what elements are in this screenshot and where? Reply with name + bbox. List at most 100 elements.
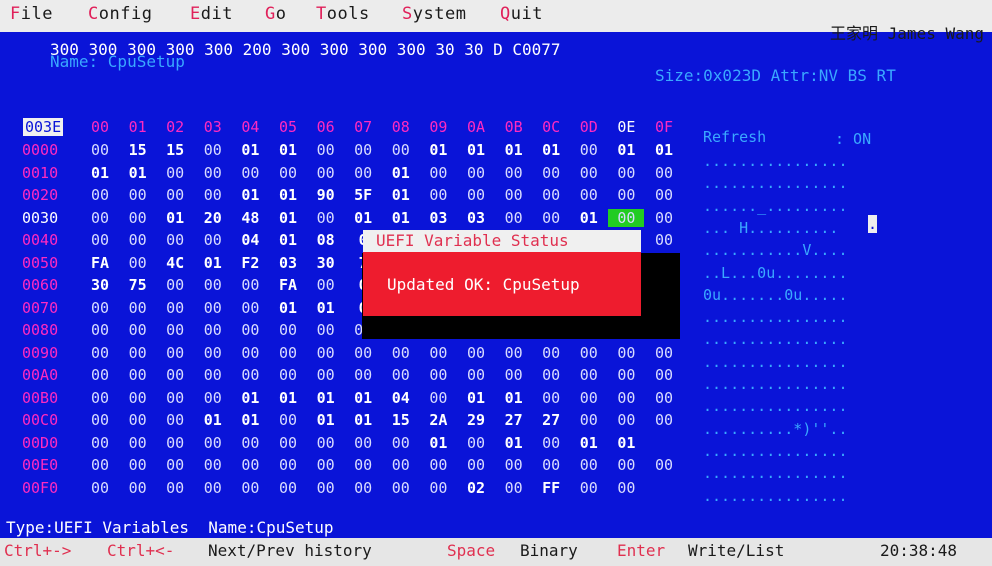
hex-byte[interactable]: 00 [308,456,344,474]
hex-byte[interactable]: 00 [270,321,306,339]
hex-byte[interactable]: 00 [270,164,306,182]
hex-byte[interactable]: 00 [496,209,532,227]
hex-byte[interactable]: 01 [270,186,306,204]
hex-byte[interactable]: 00 [82,186,118,204]
hex-byte[interactable]: 01 [420,141,456,159]
hex-byte[interactable]: 00 [157,299,193,317]
hex-byte[interactable]: 30 [308,254,344,272]
hex-byte[interactable]: 20 [195,209,231,227]
hex-byte[interactable]: 00 [383,366,419,384]
hex-byte[interactable]: 01 [232,411,268,429]
hex-byte[interactable]: 01 [232,389,268,407]
hex-byte[interactable]: 01 [270,141,306,159]
hex-byte[interactable]: 00 [608,389,644,407]
key-ctrl-right[interactable]: Ctrl+-> [4,541,71,560]
hex-byte[interactable]: 00 [270,344,306,362]
hex-byte[interactable]: 01 [458,389,494,407]
hex-byte[interactable]: 00 [646,411,682,429]
hex-byte[interactable]: 00 [120,456,156,474]
hex-byte[interactable]: 00 [571,141,607,159]
hex-byte[interactable]: 00 [157,411,193,429]
hex-byte[interactable]: 01 [533,141,569,159]
hex-byte[interactable]: 00 [232,366,268,384]
hex-byte[interactable]: 15 [120,141,156,159]
hex-byte[interactable]: 00 [120,344,156,362]
hex-byte[interactable]: 01 [458,141,494,159]
hex-byte[interactable]: 00 [571,344,607,362]
hex-byte[interactable]: 00 [120,299,156,317]
hex-byte[interactable]: 00 [82,411,118,429]
hex-byte[interactable]: 00 [195,276,231,294]
hex-byte[interactable]: 01 [571,434,607,452]
hex-byte[interactable]: 00 [345,434,381,452]
hex-byte[interactable]: 00 [496,186,532,204]
hex-byte[interactable]: 00 [270,456,306,474]
hex-byte[interactable]: 00 [345,141,381,159]
hex-byte[interactable]: 00 [608,164,644,182]
hex-byte[interactable]: 00 [308,479,344,497]
hex-byte[interactable]: 00 [308,276,344,294]
hex-byte[interactable]: 01 [232,186,268,204]
hex-byte[interactable]: 00 [120,231,156,249]
hex-byte[interactable]: 30 [82,276,118,294]
hex-byte[interactable]: 00 [232,299,268,317]
hex-byte[interactable]: 00 [383,456,419,474]
hex-byte[interactable]: 00 [157,389,193,407]
hex-byte[interactable]: 00 [571,389,607,407]
hex-byte[interactable]: 00 [232,344,268,362]
hex-byte[interactable]: 00 [82,389,118,407]
hex-byte[interactable]: 00 [571,186,607,204]
hex-byte[interactable]: 00 [646,366,682,384]
hex-byte[interactable]: 01 [195,411,231,429]
hex-byte[interactable]: 00 [270,411,306,429]
hex-byte[interactable]: 00 [646,456,682,474]
hex-byte[interactable]: 00 [308,164,344,182]
hex-byte[interactable]: 00 [232,321,268,339]
hex-byte[interactable]: 00 [308,141,344,159]
hex-byte[interactable]: 90 [308,186,344,204]
hex-byte[interactable]: 00 [571,479,607,497]
hex-byte[interactable]: 00 [533,344,569,362]
hex-byte[interactable]: 00 [383,141,419,159]
hex-byte[interactable]: 00 [496,344,532,362]
hex-byte[interactable]: 00 [308,434,344,452]
hex-byte[interactable]: FA [82,254,118,272]
hex-byte[interactable]: 01 [308,389,344,407]
hex-byte[interactable]: 15 [157,141,193,159]
hex-byte[interactable]: 00 [383,344,419,362]
hex-byte[interactable]: 01 [270,231,306,249]
hex-byte[interactable]: 00 [533,389,569,407]
hex-byte[interactable]: 00 [420,344,456,362]
hex-byte[interactable]: 01 [496,434,532,452]
hex-byte[interactable]: 00 [420,389,456,407]
hex-byte[interactable]: 00 [345,164,381,182]
hex-byte[interactable]: 00 [82,321,118,339]
hex-byte[interactable]: 00 [646,231,682,249]
hex-byte[interactable]: 00 [646,344,682,362]
hex-byte[interactable]: 00 [270,366,306,384]
hex-byte[interactable]: 01 [646,141,682,159]
hex-byte[interactable]: 00 [157,479,193,497]
hex-byte[interactable]: 00 [120,479,156,497]
hex-byte[interactable]: 00 [232,434,268,452]
hex-byte[interactable]: 15 [383,411,419,429]
hex-byte[interactable]: 00 [345,479,381,497]
hex-byte[interactable]: 03 [270,254,306,272]
hex-byte[interactable]: 00 [232,456,268,474]
hex-byte[interactable]: 02 [458,479,494,497]
hex-byte[interactable]: 04 [383,389,419,407]
hex-byte[interactable]: 00 [157,164,193,182]
hex-byte[interactable]: FA [270,276,306,294]
hex-byte[interactable]: 00 [496,479,532,497]
hex-byte[interactable]: 00 [157,276,193,294]
hex-byte[interactable]: 01 [345,209,381,227]
hex-byte[interactable]: 00 [608,366,644,384]
hex-byte[interactable]: 00 [120,209,156,227]
hex-byte[interactable]: 01 [270,299,306,317]
hex-byte[interactable]: FF [533,479,569,497]
hex-byte[interactable]: 01 [308,411,344,429]
hex-byte[interactable]: 00 [82,456,118,474]
hex-byte[interactable]: 00 [82,141,118,159]
hex-byte[interactable]: 00 [308,209,344,227]
hex-byte[interactable]: 48 [232,209,268,227]
